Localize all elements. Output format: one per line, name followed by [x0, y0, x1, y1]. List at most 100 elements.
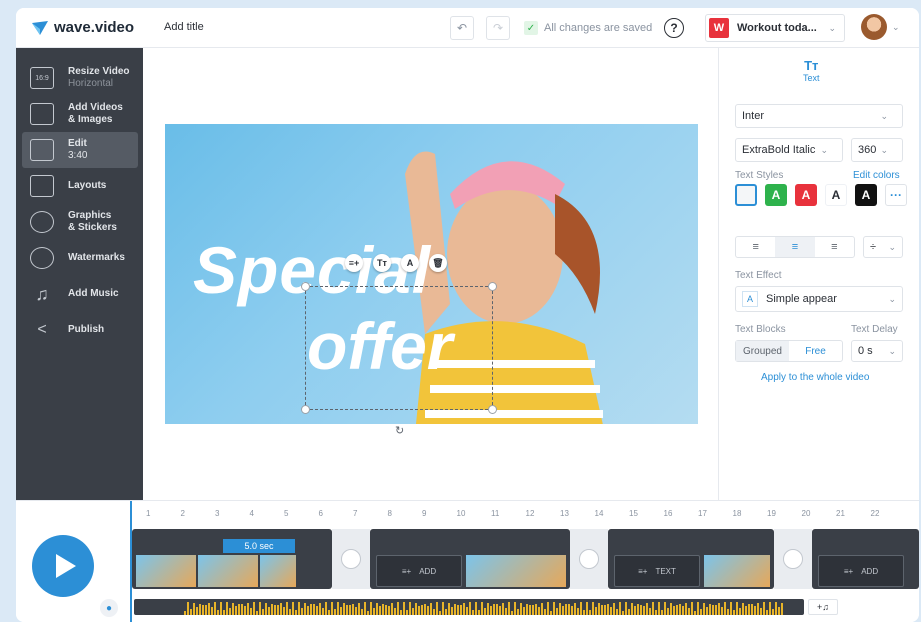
waveform-bar	[271, 603, 273, 615]
waveform-bar	[517, 609, 519, 615]
align-group: ≡ ≡ ≡	[735, 236, 855, 258]
transition-slot[interactable]	[570, 529, 608, 589]
add-text-button[interactable]: ≡+ ADD	[818, 555, 904, 587]
waveform-bar	[577, 607, 579, 615]
waveform-bar	[460, 605, 462, 615]
sidebar-item-layouts[interactable]: Layouts	[22, 168, 138, 204]
ruler-tick: 17	[698, 509, 707, 518]
waveform-bar	[337, 602, 339, 615]
ruler-tick: 5	[284, 509, 289, 518]
save-status-text: All changes are saved	[544, 22, 653, 34]
align-center-icon[interactable]: ≡	[775, 237, 815, 257]
waveform-bar	[205, 605, 207, 615]
waveform-bar	[661, 609, 663, 615]
wave-logo-icon	[32, 20, 48, 35]
video-preview[interactable]: Special offer ≡+ Tт A 🗑	[165, 124, 698, 424]
rotate-icon[interactable]: ↻	[395, 424, 404, 437]
waveform-bar	[508, 602, 510, 615]
sidebar-item-resize[interactable]: 16:9 Resize Video Horizontal	[22, 60, 138, 96]
clip-4[interactable]: ≡+ ADD	[812, 529, 919, 589]
style-white[interactable]: A	[825, 184, 847, 206]
redo-button[interactable]: ↷	[486, 16, 510, 40]
resize-handle[interactable]	[488, 282, 497, 291]
resize-handle[interactable]	[301, 282, 310, 291]
selection-box[interactable]	[301, 282, 497, 414]
waveform-bar	[331, 602, 333, 615]
chevron-down-icon[interactable]: ⌄	[892, 22, 900, 33]
transition-slot[interactable]	[332, 529, 370, 589]
waveform-bar	[475, 602, 477, 615]
resize-handle[interactable]	[488, 405, 497, 414]
resize-handle[interactable]	[301, 405, 310, 414]
sidebar-item-graphics[interactable]: Graphics & Stickers	[22, 204, 138, 240]
style-none[interactable]	[735, 184, 757, 206]
waveform-bar	[565, 604, 567, 615]
waveform-bar	[490, 605, 492, 615]
duration-tag[interactable]: 5.0 sec	[223, 539, 295, 553]
add-text-icon: ≡+	[638, 566, 648, 576]
waveform-bar	[589, 609, 591, 615]
save-status: ✓ All changes are saved	[524, 21, 652, 35]
waveform-bar	[382, 603, 384, 615]
add-line-icon[interactable]: ≡+	[345, 254, 363, 272]
audio-track[interactable]	[134, 599, 804, 615]
microphone-icon[interactable]: ●	[100, 599, 118, 617]
waveform-bar	[316, 605, 318, 615]
clip-1[interactable]	[132, 529, 332, 589]
style-green[interactable]: A	[765, 184, 787, 206]
help-button[interactable]: ?	[664, 18, 684, 38]
sidebar-item-edit[interactable]: Edit 3:40	[22, 132, 138, 168]
clip-3[interactable]: ≡+ TEXT	[608, 529, 774, 589]
waveform-bar	[466, 607, 468, 615]
blocks-free[interactable]: Free	[789, 341, 842, 361]
font-select[interactable]: Inter ⌄	[735, 104, 903, 128]
clip-2[interactable]: ≡+ ADD	[370, 529, 570, 589]
tab-text[interactable]: Tт Text	[803, 58, 820, 83]
waveform-bar	[478, 610, 480, 615]
apply-all-link[interactable]: Apply to the whole video	[761, 372, 869, 383]
project-selector[interactable]: W Workout toda... ⌄	[705, 14, 845, 42]
sidebar-item-music[interactable]: ♫ Add Music	[22, 276, 138, 312]
waveform-bar	[580, 602, 582, 615]
blocks-grouped[interactable]: Grouped	[736, 341, 789, 361]
waveform-bar	[727, 609, 729, 615]
sidebar-item-watermarks[interactable]: Watermarks	[22, 240, 138, 276]
waveform-bar	[619, 602, 621, 615]
waveform-bar	[574, 603, 576, 615]
undo-button[interactable]: ↶	[450, 16, 474, 40]
sidebar-item-add-videos[interactable]: Add Videos & Images	[22, 96, 138, 132]
size-select[interactable]: 360 ⌄	[851, 138, 903, 162]
align-right-icon[interactable]: ≡	[815, 237, 854, 257]
editor-app: wave.video Add title ↶ ↷ ✓ All changes a…	[16, 8, 919, 622]
effect-select[interactable]: A Simple appear ⌄	[735, 286, 903, 312]
spacing-select[interactable]: ÷ ⌄	[863, 236, 903, 258]
weight-select[interactable]: ExtraBold Italic ⌄	[735, 138, 843, 162]
top-bar: wave.video Add title ↶ ↷ ✓ All changes a…	[16, 8, 919, 48]
more-styles-button[interactable]: ···	[885, 184, 907, 206]
trash-icon[interactable]: 🗑	[429, 254, 447, 272]
waveform-bar	[319, 602, 321, 615]
play-button[interactable]	[32, 535, 94, 597]
transition-slot[interactable]	[774, 529, 812, 589]
text-color-icon[interactable]: A	[401, 254, 419, 272]
waveform-bar	[325, 602, 327, 615]
align-left-icon[interactable]: ≡	[736, 237, 775, 257]
timeline-ruler[interactable]: 1 2 3 4 5 6 7 8 9 10 11 12 13 14 15 16 17 18 19 20 21 22	[132, 507, 919, 523]
text-format-icon[interactable]: Tт	[373, 254, 391, 272]
ruler-tick: 12	[525, 509, 535, 518]
title-input[interactable]: Add title	[164, 21, 204, 33]
add-text-button[interactable]: ≡+ ADD	[376, 555, 462, 587]
waveform-bar	[544, 609, 546, 615]
edit-colors-link[interactable]: Edit colors	[853, 170, 900, 181]
waveform-bar	[448, 602, 450, 615]
waveform-bar	[610, 606, 612, 615]
waveform-bar	[361, 608, 363, 615]
style-red[interactable]: A	[795, 184, 817, 206]
style-black[interactable]: A	[855, 184, 877, 206]
sidebar-item-publish[interactable]: < Publish	[22, 312, 138, 348]
logo[interactable]: wave.video	[32, 19, 134, 36]
add-text-button[interactable]: ≡+ TEXT	[614, 555, 700, 587]
add-audio-button[interactable]: +♫	[808, 599, 838, 615]
avatar[interactable]	[861, 14, 887, 40]
delay-select[interactable]: 0 s ⌄	[851, 340, 903, 362]
